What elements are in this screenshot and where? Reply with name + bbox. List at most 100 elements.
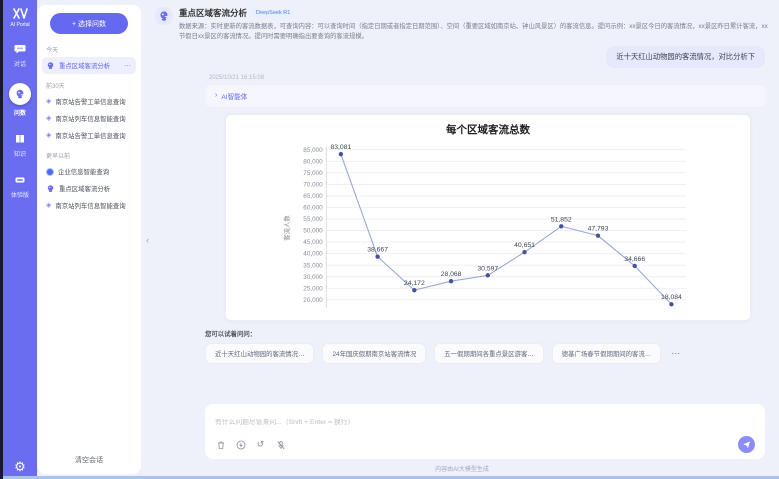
mic-off-icon[interactable] xyxy=(275,439,286,450)
sidebar-item-alarm-ticket-query[interactable]: ◈ 南京站告警工单信息查询 xyxy=(42,93,136,110)
diamond-icon: ◈ xyxy=(46,202,51,209)
agent-avatar xyxy=(155,7,173,25)
rail-item-trial[interactable]: 体验版 xyxy=(11,173,29,199)
knowledge-book-icon xyxy=(13,132,27,146)
svg-text:75,000: 75,000 xyxy=(303,169,323,176)
chat-icon xyxy=(13,42,27,56)
circle-icon xyxy=(46,168,54,176)
sidebar-item-label: 南京站列车信息智能查询 xyxy=(55,201,132,210)
svg-text:83,081: 83,081 xyxy=(330,144,351,151)
svg-text:47,793: 47,793 xyxy=(588,225,609,232)
undo-icon[interactable]: ↺ xyxy=(255,439,266,450)
svg-text:70,000: 70,000 xyxy=(303,181,323,188)
send-icon xyxy=(742,440,751,449)
agent-description: 数据来源：实时更新的客流数据表，可查询内容：可以查询时间（指定日期或者指定日期范… xyxy=(179,22,769,42)
chat-scroll-area[interactable]: 近十天红山动物园的客流情况，对比分析下 2025/10/21 16:15:08 … xyxy=(205,46,765,398)
svg-text:40,000: 40,000 xyxy=(303,250,323,257)
chevron-right-icon: › xyxy=(215,92,217,99)
sidebar-item-train-info-query[interactable]: ◈ 南京站列车信息智能查询 xyxy=(42,110,136,127)
suggestion-chip[interactable]: 近十天红山动物园的客流情况… xyxy=(205,343,314,364)
sidebar-item-key-area-analysis[interactable]: 重点区域客流分析 ⋯ xyxy=(42,57,136,74)
section-title-today: 今天 xyxy=(46,45,132,54)
robot-avatar-icon xyxy=(158,10,170,22)
svg-text:24,172: 24,172 xyxy=(404,280,425,287)
rail-item-knowledge[interactable]: 知识 xyxy=(13,132,27,158)
sidebar-item-alarm-ticket-query-2[interactable]: ◈ 南京站告警工单信息查询 xyxy=(42,127,136,144)
robot-icon xyxy=(46,61,55,70)
sidebar-item-train-info-query-old[interactable]: ◈ 南京站列车信息智能查询 xyxy=(42,197,136,214)
trash-icon[interactable] xyxy=(215,439,226,450)
sidebar-item-key-area-analysis-old[interactable]: 重点区域客流分析 xyxy=(42,180,136,197)
chart-card: 每个区域客流总数 20,000 25,000 30,000 35,000 40,000 4… xyxy=(225,114,751,321)
rail-item-label: 问数 xyxy=(14,108,26,117)
suggestion-chip[interactable]: 德基广场春节假期期间的客流… xyxy=(552,343,661,364)
more-suggestions-icon[interactable]: ⋯ xyxy=(671,348,681,359)
sidebar-item-label: 企业信息智能查询 xyxy=(58,167,132,176)
download-circle-icon[interactable] xyxy=(235,439,246,450)
message-timestamp: 2025/10/21 16:15:08 xyxy=(209,75,765,81)
app-window: AI Portal 对话 问数 知识 xyxy=(0,0,779,479)
svg-text:65,000: 65,000 xyxy=(303,193,323,200)
section-title-earlier: 更早以前 xyxy=(46,151,132,160)
svg-text:85,000: 85,000 xyxy=(303,146,323,153)
logo-text: AI Portal xyxy=(10,22,29,28)
robot-icon xyxy=(46,184,55,193)
header-text-block: 重点区域客流分析 DeepSeek R1 数据来源：实时更新的客流数据表，可查询… xyxy=(179,7,769,42)
user-message-row: 近十天红山动物园的客流情况，对比分析下 xyxy=(205,46,765,68)
svg-text:30,000: 30,000 xyxy=(303,273,323,280)
svg-text:80,000: 80,000 xyxy=(303,158,323,165)
rail-item-ask-data[interactable]: 问数 xyxy=(9,83,31,117)
svg-text:38,667: 38,667 xyxy=(367,246,388,253)
user-message-bubble: 近十天红山动物园的客流情况，对比分析下 xyxy=(606,46,765,68)
sidebar-item-label: 南京站告警工单信息查询 xyxy=(55,97,132,106)
rail-item-chat[interactable]: 对话 xyxy=(13,42,27,68)
suggestion-chip[interactable]: 24年国庆假期南京站客流情况 xyxy=(322,343,426,364)
agent-collapse-row[interactable]: › AI智能体 xyxy=(205,85,765,107)
left-rail: AI Portal 对话 问数 知识 xyxy=(3,0,37,479)
page-title: 重点区域客流分析 xyxy=(179,7,247,19)
settings-gear-icon[interactable]: ⚙ xyxy=(14,460,26,473)
diamond-icon: ◈ xyxy=(46,115,51,122)
rail-item-label: 体验版 xyxy=(11,190,29,199)
svg-text:50,000: 50,000 xyxy=(303,227,323,234)
conversation-sidebar: + 选择问数 今天 重点区域客流分析 ⋯ 前30天 ◈ 南京站告警工单信息查询 … xyxy=(37,5,141,474)
trial-badge-icon xyxy=(13,173,27,187)
svg-text:34,666: 34,666 xyxy=(624,255,645,262)
suggestion-chip[interactable]: 五一假期期间各重点景区游客… xyxy=(434,343,543,364)
agent-collapse-label: AI智能体 xyxy=(221,91,247,101)
rail-item-label: 知识 xyxy=(14,149,26,158)
svg-text:60,000: 60,000 xyxy=(303,204,323,211)
svg-text:28,068: 28,068 xyxy=(441,271,462,278)
suggestions-label: 您可以试着问问： xyxy=(205,329,765,338)
new-session-button[interactable]: + 选择问数 xyxy=(50,13,128,34)
section-title-last30days: 前30天 xyxy=(46,81,132,90)
svg-text:35,000: 35,000 xyxy=(303,262,323,269)
logo-icon xyxy=(12,7,28,20)
svg-text:40,651: 40,651 xyxy=(514,242,535,249)
svg-text:51,852: 51,852 xyxy=(551,216,572,223)
sidebar-item-label: 重点区域客流分析 xyxy=(59,184,132,193)
agent-header: 重点区域客流分析 DeepSeek R1 数据来源：实时更新的客流数据表，可查询… xyxy=(155,7,769,42)
send-button[interactable] xyxy=(738,436,755,453)
sidebar-collapse-icon[interactable]: ‹ xyxy=(146,235,149,245)
sidebar-item-label: 南京站告警工单信息查询 xyxy=(55,131,132,140)
model-badge: DeepSeek R1 xyxy=(252,9,294,18)
ask-data-robot-icon xyxy=(9,83,31,105)
chart-title: 每个区域客流总数 xyxy=(232,122,744,137)
diamond-icon: ◈ xyxy=(46,132,51,139)
clear-session-button[interactable]: 清空会话 xyxy=(42,448,136,468)
sidebar-item-enterprise-info-query[interactable]: 企业信息智能查询 xyxy=(42,163,136,180)
app-logo: AI Portal xyxy=(10,7,29,28)
svg-text:55,000: 55,000 xyxy=(303,216,323,223)
item-more-icon[interactable]: ⋯ xyxy=(124,62,132,70)
message-input-card: ↺ xyxy=(205,404,765,459)
svg-text:20,000: 20,000 xyxy=(303,296,323,303)
message-input[interactable] xyxy=(215,419,755,426)
svg-text:客流人数: 客流人数 xyxy=(282,214,291,240)
svg-text:45,000: 45,000 xyxy=(303,239,323,246)
svg-text:25,000: 25,000 xyxy=(303,285,323,292)
main-area: 重点区域客流分析 DeepSeek R1 数据来源：实时更新的客流数据表，可查询… xyxy=(141,0,779,479)
rail-item-label: 对话 xyxy=(14,59,26,68)
line-chart: 20,000 25,000 30,000 35,000 40,000 45,000 50,0… xyxy=(232,139,744,317)
sidebar-item-label: 南京站列车信息智能查询 xyxy=(55,114,132,123)
